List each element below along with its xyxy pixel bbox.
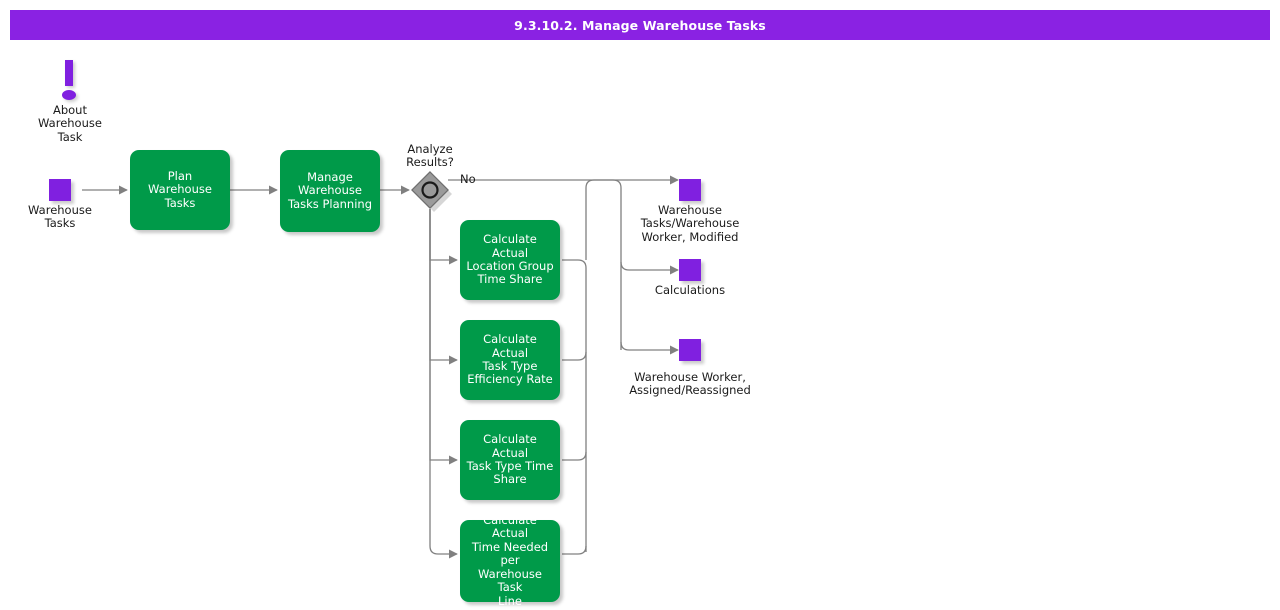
flow-gateway-to-calc3: [429, 209, 458, 465]
merge-calc3: [562, 451, 587, 461]
exclamation-icon: [62, 60, 78, 100]
merge-calc2: [562, 351, 587, 361]
task-calculate-actual-task-type-time-share[interactable]: Calculate Actual Task Type Time Share: [460, 420, 560, 500]
merge-calc4: [562, 545, 587, 555]
task-manage-warehouse-tasks-planning[interactable]: Manage Warehouse Tasks Planning: [280, 150, 380, 232]
flow-gateway-to-calc4: [429, 209, 458, 559]
flow-gateway-to-calc2: [429, 209, 458, 365]
task-calculate-actual-task-type-efficiency-rate[interactable]: Calculate Actual Task Type Efficiency Ra…: [460, 320, 560, 400]
exclamation-dot: [62, 90, 76, 100]
process-diagram-canvas: About Warehouse Task Warehouse Tasks Pla…: [0, 0, 1280, 610]
flow-label-no: No: [460, 172, 476, 186]
data-object-warehouse-tasks-warehouse-worker-modified-label: Warehouse Tasks/Warehouse Worker, Modifi…: [640, 203, 740, 244]
exclamation-bar: [65, 60, 73, 86]
data-object-warehouse-worker-assigned-reassigned-label: Warehouse Worker, Assigned/Reassigned: [629, 370, 751, 398]
gateway-analyze-results-label: Analyze Results?: [406, 142, 454, 170]
data-object-warehouse-tasks-label: Warehouse Tasks: [28, 203, 92, 231]
task-calculate-actual-time-needed-per-warehouse-task-line[interactable]: Calculate Actual Time Needed per Warehou…: [460, 513, 560, 607]
flow-to-output-calculations: [620, 261, 679, 275]
flow-gateway-to-calc1: [429, 209, 458, 265]
flow-to-output-worker: [620, 341, 679, 355]
task-calculate-actual-location-group-time-share[interactable]: Calculate Actual Location Group Time Sha…: [460, 220, 560, 300]
data-object-warehouse-worker-assigned-reassigned[interactable]: [679, 339, 701, 361]
data-object-calculations-label: Calculations: [654, 283, 726, 297]
merge-spine-top: [585, 179, 595, 260]
about-warehouse-task-label: About Warehouse Task: [38, 103, 102, 144]
data-object-warehouse-tasks[interactable]: [49, 179, 71, 201]
merge-calc1: [562, 259, 587, 552]
connector-layer: [82, 171, 679, 559]
task-plan-warehouse-tasks[interactable]: Plan Warehouse Tasks: [130, 150, 230, 230]
data-object-calculations[interactable]: [679, 259, 701, 281]
data-object-warehouse-tasks-warehouse-worker-modified[interactable]: [679, 179, 701, 201]
analyze-results-gateway-glyph: [411, 171, 452, 212]
